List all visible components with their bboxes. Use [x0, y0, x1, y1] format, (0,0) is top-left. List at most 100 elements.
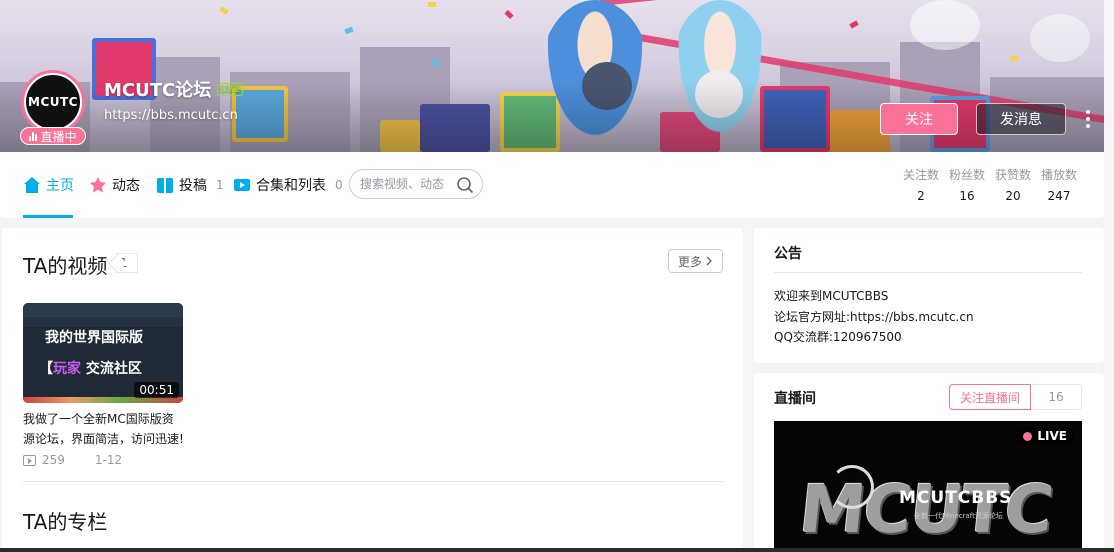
video-card[interactable]: 我的世界国际版 【玩家 交流社区 00:51 我做了一个全新MC国际版资源论坛，…: [23, 303, 185, 467]
dynamic-icon: [90, 177, 106, 193]
thumb-caption-bracket: 【: [39, 361, 53, 377]
thumb-caption-highlight: 玩家: [53, 361, 81, 377]
avatar-logo-text: MCUTC: [28, 95, 78, 109]
tab-uploads[interactable]: 投稿 1: [156, 152, 224, 218]
stat-likes: 获赞数 20: [990, 166, 1036, 203]
cover-subtitle: 全新一代Minecraft资源论坛: [914, 512, 1003, 520]
stat-label: 播放数: [1040, 168, 1077, 182]
banner-confetti: [849, 20, 859, 29]
videos-section-title[interactable]: TA的视频: [23, 250, 107, 279]
search-input[interactable]: [360, 177, 456, 191]
banner-confetti: [344, 26, 354, 35]
level-badge: LV2: [217, 82, 243, 96]
banner-confetti: [428, 2, 436, 7]
tab-collections-count: 0: [335, 178, 343, 192]
page-gutter: [1104, 0, 1114, 552]
thumb-caption-rest: 交流社区: [81, 361, 142, 377]
notice-content: 欢迎来到MCUTCBBS 论坛官方网址:https://bbs.mcutc.cn…: [774, 286, 974, 348]
banner-confetti: [504, 9, 514, 20]
stat-label: 获赞数: [994, 168, 1031, 182]
play-count-icon: [23, 454, 36, 466]
live-indicator: LIVE: [1016, 427, 1074, 445]
banner-ghost-deco: [910, 0, 980, 50]
thumb-caption-2: 【玩家 交流社区: [39, 358, 142, 378]
bottom-edge-bar: [0, 548, 1114, 552]
stat-plays: 播放数 247: [1036, 166, 1082, 203]
follow-live-room-button[interactable]: 关注直播间: [949, 384, 1031, 410]
tab-home[interactable]: 主页: [23, 152, 74, 218]
main-content: TA的视频 1 更多 我的世界国际版 【玩家 交流社区 00:51 我做了一个全…: [2, 228, 743, 552]
stat-fans[interactable]: 粉丝数 16: [944, 166, 990, 203]
send-message-button[interactable]: 发消息: [976, 103, 1066, 135]
space-search[interactable]: [349, 169, 483, 199]
live-status-badge[interactable]: 直播中: [20, 127, 86, 145]
active-tab-indicator: [23, 215, 73, 218]
stat-value: 247: [1047, 189, 1071, 203]
tab-dynamic-label: 动态: [112, 178, 140, 194]
user-stats: 关注数 2 粉丝数 16 获赞数 20 播放数 247: [898, 166, 1082, 203]
avatar-image: MCUTC: [26, 75, 80, 129]
follow-button[interactable]: 关注: [880, 103, 958, 135]
stat-following[interactable]: 关注数 2: [898, 166, 944, 203]
avatar[interactable]: MCUTC 直播中: [18, 70, 88, 145]
video-title[interactable]: 我做了一个全新MC国际版资源论坛，界面简洁，访问迅速!: [23, 409, 185, 449]
tab-collections-label: 合集和列表: [256, 178, 326, 194]
cover-ring-icon: [830, 465, 874, 509]
stat-value: 2: [917, 189, 925, 203]
video-play-count: 259: [42, 453, 65, 467]
live-room-cover[interactable]: MCUTC MCUTCBBS 全新一代Minecraft资源论坛 LIVE: [774, 421, 1082, 552]
live-room-card: 直播间 关注直播间 16 MCUTC MCUTCBBS 全新一代Minecraf…: [754, 373, 1104, 552]
cover-mid-logo: MCUTCBBS: [899, 488, 1013, 508]
section-divider: [23, 481, 723, 482]
video-date: 1-12: [94, 453, 123, 467]
articles-section-title[interactable]: TA的专栏: [23, 506, 107, 535]
stat-label: 粉丝数: [948, 168, 985, 182]
live-bars-icon: [29, 131, 38, 141]
tab-dynamic[interactable]: 动态: [89, 152, 140, 218]
notice-line: QQ交流群:120967500: [774, 330, 902, 344]
user-sign: https://bbs.mcutc.cn: [104, 108, 238, 123]
live-room-follow-count: 16: [1031, 384, 1082, 410]
stat-label: 关注数: [902, 168, 939, 182]
stat-value: 16: [959, 189, 975, 203]
video-duration: 00:51: [134, 382, 179, 398]
more-options-icon[interactable]: [1078, 104, 1098, 134]
notice-line: 欢迎来到MCUTCBBS: [774, 289, 889, 303]
videos-more-button[interactable]: 更多: [668, 249, 723, 273]
stat-value: 20: [1005, 189, 1021, 203]
tab-uploads-label: 投稿: [179, 178, 207, 194]
videos-count-tag: 1: [116, 253, 138, 273]
video-meta: 259 1-12: [23, 453, 185, 467]
notice-title: 公告: [774, 246, 802, 262]
live-room-title: 直播间: [774, 391, 816, 407]
upload-icon: [157, 178, 173, 193]
more-label: 更多: [677, 254, 702, 269]
tab-collections[interactable]: 合集和列表 0: [233, 152, 343, 218]
live-badge-label: 直播中: [40, 129, 77, 144]
profile-nav: 主页 动态 投稿 1 合集和列表 0 关注数 2 粉丝数 16 获赞数 20 播放数 2…: [0, 152, 1104, 218]
avatar-ring: MCUTC: [21, 70, 85, 134]
thumb-ui-bar: [23, 303, 183, 317]
profile-banner: MCUTC 直播中 MCUTC论坛 LV2 https://bbs.mcutc.…: [0, 0, 1104, 152]
thumb-ui-bar: [23, 317, 183, 327]
tab-uploads-count: 1: [216, 178, 224, 192]
live-label: LIVE: [1037, 429, 1067, 443]
username-row: MCUTC论坛 LV2: [104, 76, 243, 102]
username[interactable]: MCUTC论坛: [104, 76, 211, 102]
videos-count: 1: [120, 256, 128, 270]
chevron-right-icon: [706, 256, 712, 266]
banner-ribbon: [599, 0, 899, 6]
search-icon[interactable]: [456, 176, 474, 194]
banner-ghost-deco: [1030, 14, 1090, 62]
notice-card: 公告 欢迎来到MCUTCBBS 论坛官方网址:https://bbs.mcutc…: [754, 228, 1104, 363]
video-thumbnail[interactable]: 我的世界国际版 【玩家 交流社区 00:51: [23, 303, 183, 403]
notice-divider: [774, 272, 1082, 273]
collection-icon: [234, 179, 250, 191]
notice-line: 论坛官方网址:https://bbs.mcutc.cn: [774, 309, 974, 324]
banner-confetti: [1010, 56, 1018, 61]
live-dot-icon: [1023, 431, 1033, 441]
home-icon: [24, 177, 40, 193]
tab-home-label: 主页: [46, 178, 74, 194]
thumb-caption-1: 我的世界国际版: [45, 330, 143, 346]
banner-confetti: [219, 6, 229, 15]
